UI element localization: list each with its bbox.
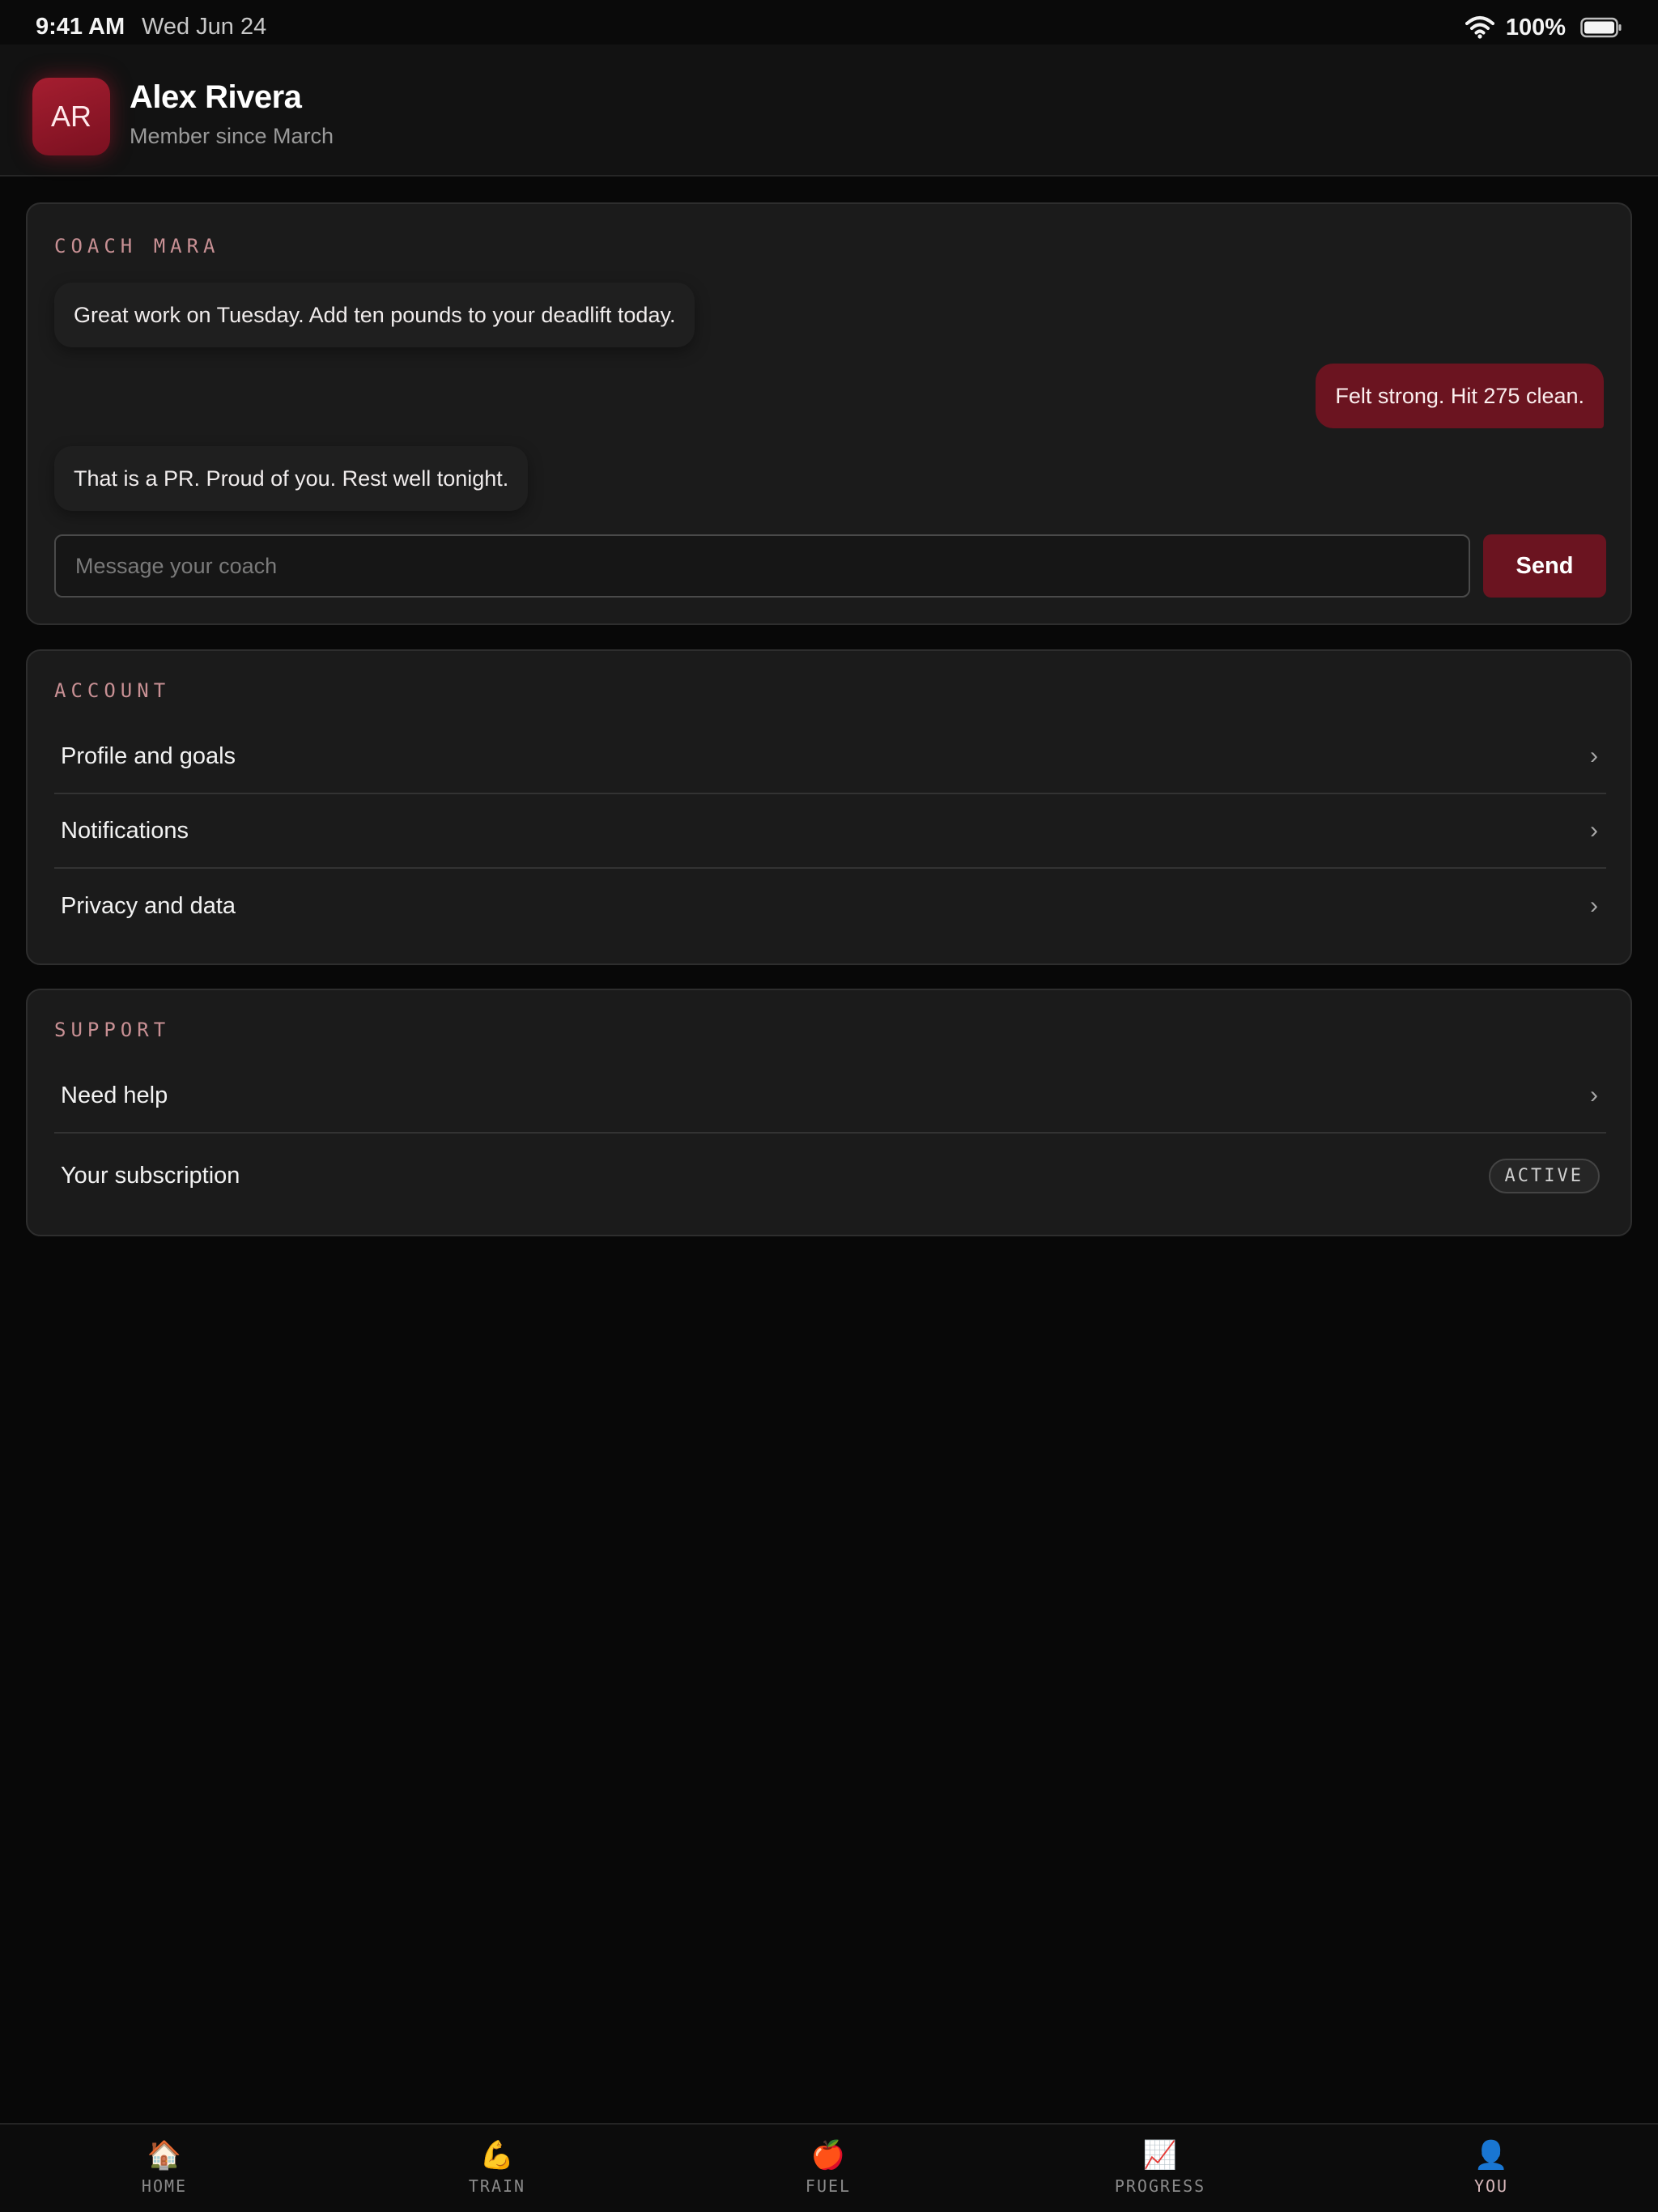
support-section-title: SUPPORT <box>54 1019 171 1041</box>
tab-home[interactable]: 🏠 HOME <box>75 2125 253 2212</box>
list-item-label: Profile and goals <box>61 742 236 769</box>
account-list: Profile and goals › Notifications › Priv… <box>54 720 1606 943</box>
list-item-label: Privacy and data <box>61 892 236 919</box>
battery-percentage: 100% <box>1505 14 1566 40</box>
tab-you[interactable]: 👤 YOU <box>1402 2125 1580 2212</box>
account-section-title: ACCOUNT <box>54 679 171 702</box>
screen: 9:41 AM Wed Jun 24 100% AR Alex Rivera M… <box>0 0 1658 2212</box>
status-indicators: 100% <box>1465 11 1622 44</box>
tab-train[interactable]: 💪 TRAIN <box>408 2125 586 2212</box>
status-bar: 9:41 AM Wed Jun 24 100% <box>0 0 1658 45</box>
user-message: Felt strong. Hit 275 clean. <box>1316 364 1604 428</box>
chevron-right-icon: › <box>1590 892 1598 919</box>
tab-fuel[interactable]: 🍎 FUEL <box>739 2125 917 2212</box>
send-button[interactable]: Send <box>1483 534 1606 598</box>
member-since: Member since March <box>130 124 334 148</box>
profile-and-goals-row[interactable]: Profile and goals › <box>54 720 1606 794</box>
wifi-icon <box>1465 16 1494 39</box>
chevron-right-icon: › <box>1590 742 1598 769</box>
person-icon: 👤 <box>1473 2140 1509 2171</box>
tab-label: YOU <box>1473 2176 1509 2196</box>
coach-message: That is a PR. Proud of you. Rest well to… <box>54 446 529 511</box>
avatar[interactable]: AR <box>32 78 110 155</box>
flexed-biceps-icon: 💪 <box>479 2140 515 2171</box>
support-list: Need help › Your subscription ACTIVE <box>54 1059 1606 1218</box>
account-card: ACCOUNT Profile and goals › Notification… <box>26 649 1632 965</box>
list-item-label: Your subscription <box>61 1162 240 1189</box>
coach-section-title: COACH MARA <box>54 235 220 257</box>
coach-chat-card: COACH MARA Great work on Tuesday. Add te… <box>26 202 1632 625</box>
message-input[interactable] <box>54 534 1470 598</box>
tab-label: TRAIN <box>468 2176 526 2196</box>
privacy-and-data-row[interactable]: Privacy and data › <box>54 869 1606 943</box>
list-item-label: Need help <box>61 1082 168 1108</box>
support-card: SUPPORT Need help › Your subscription AC… <box>26 989 1632 1236</box>
status-time: 9:41 AM <box>36 14 125 40</box>
chevron-right-icon: › <box>1590 1082 1598 1108</box>
apple-icon: 🍎 <box>810 2140 846 2171</box>
tab-label: HOME <box>141 2176 188 2196</box>
notifications-row[interactable]: Notifications › <box>54 794 1606 869</box>
subscription-status-badge: ACTIVE <box>1488 1158 1600 1193</box>
coach-message: Great work on Tuesday. Add ten pounds to… <box>54 283 695 347</box>
profile-name: Alex Rivera <box>130 79 302 115</box>
tab-label: FUEL <box>805 2176 852 2196</box>
battery-icon <box>1580 17 1622 38</box>
tab-bar: 🏠 HOME 💪 TRAIN 🍎 FUEL 📈 PROGRESS 👤 YOU <box>0 2123 1658 2212</box>
tab-progress[interactable]: 📈 PROGRESS <box>1071 2125 1249 2212</box>
home-icon: 🏠 <box>147 2140 182 2171</box>
list-item-label: Notifications <box>61 817 189 844</box>
chart-increasing-icon: 📈 <box>1142 2140 1178 2171</box>
tab-label: PROGRESS <box>1114 2176 1206 2196</box>
subscription-row[interactable]: Your subscription ACTIVE <box>54 1134 1606 1218</box>
status-date: Wed Jun 24 <box>142 14 267 40</box>
need-help-row[interactable]: Need help › <box>54 1059 1606 1134</box>
chevron-right-icon: › <box>1590 817 1598 844</box>
profile-header: AR Alex Rivera Member since March <box>0 45 1658 177</box>
